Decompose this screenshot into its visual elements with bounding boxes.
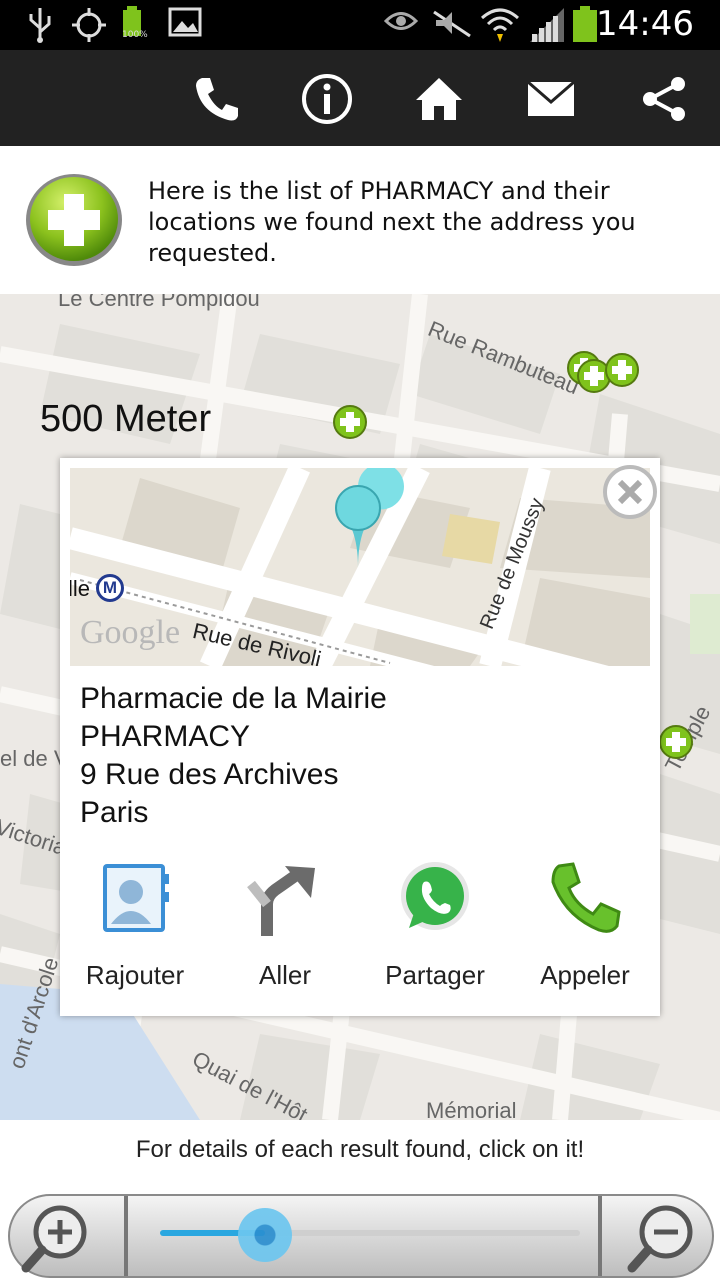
pharmacy-marker-icon[interactable]	[658, 724, 694, 760]
footer-hint: For details of each result found, click …	[135, 1136, 585, 1163]
add-contact-label: Rajouter	[85, 960, 185, 990]
zoom-control	[8, 1194, 714, 1278]
share-button[interactable]: Partager	[360, 858, 510, 991]
action-bar	[0, 50, 720, 146]
eye-icon	[384, 12, 418, 30]
pharmacy-marker-icon[interactable]	[604, 352, 640, 388]
add-contact-button[interactable]: Rajouter	[60, 858, 210, 991]
contacts-icon	[103, 864, 169, 932]
whatsapp-icon	[401, 862, 469, 930]
zoom-separator-left	[124, 1196, 128, 1276]
footer: For details of each result found, click …	[0, 1120, 720, 1280]
pharmacy-city: Paris	[80, 796, 149, 829]
battery-status-icon	[573, 6, 597, 42]
call-icon	[551, 862, 621, 933]
image-icon	[168, 7, 202, 37]
pharmacy-details: Pharmacie de la Mairie PHARMACY 9 Rue de…	[80, 680, 387, 832]
close-icon[interactable]	[602, 464, 658, 520]
zoom-slider-thumb[interactable]	[238, 1208, 292, 1262]
info-icon[interactable]	[300, 72, 354, 126]
map-label-hotel-de-ville: el de V	[0, 746, 69, 771]
zoom-out-button[interactable]	[600, 1196, 716, 1276]
battery-percent: 100%	[122, 30, 148, 40]
google-watermark: Google	[80, 614, 181, 651]
pharmacy-marker-icon[interactable]	[332, 404, 368, 440]
zoom-in-button[interactable]	[10, 1196, 126, 1276]
map-scale-label: 500 Meter	[40, 398, 212, 440]
status-bar: 100% 14:46	[0, 0, 720, 50]
pharmacy-logo-icon	[26, 174, 122, 266]
directions-label: Aller	[258, 960, 311, 990]
map-label-memorial: Mémorial	[426, 1098, 517, 1120]
share-icon[interactable]	[638, 72, 692, 126]
pharmacy-name: Pharmacie de la Mairie	[80, 682, 387, 715]
gps-icon	[72, 8, 106, 42]
wifi-icon	[481, 8, 519, 42]
phone-icon[interactable]	[190, 72, 244, 126]
pharmacy-popup[interactable]: lle M Google Rue de Rivoli Rue de Moussy…	[60, 458, 660, 1016]
call-label: Appeler	[540, 960, 630, 990]
pharmacy-category: PHARMACY	[80, 720, 251, 753]
pharmacy-address: 9 Rue des Archives	[80, 758, 339, 791]
usb-icon	[29, 8, 51, 43]
mini-map-station-label: lle	[70, 576, 91, 601]
metro-icon: M	[96, 574, 124, 602]
popup-mini-map[interactable]: lle M Google Rue de Rivoli Rue de Moussy	[70, 468, 650, 666]
directions-button[interactable]: Aller	[210, 858, 360, 991]
signal-icon	[530, 8, 564, 42]
mail-icon[interactable]	[524, 72, 578, 126]
result-header: Here is the list of PHARMACY and their l…	[0, 146, 720, 294]
result-message: Here is the list of PHARMACY and their l…	[148, 177, 636, 267]
map-label-pompidou: Le Centre Pompidou	[58, 294, 260, 311]
clock: 14:46	[596, 4, 694, 44]
directions-icon	[247, 866, 315, 936]
mute-icon	[433, 10, 471, 38]
call-button[interactable]: Appeler	[510, 858, 660, 991]
share-label: Partager	[385, 960, 485, 990]
zoom-slider[interactable]	[160, 1208, 580, 1262]
home-icon[interactable]	[412, 72, 466, 126]
